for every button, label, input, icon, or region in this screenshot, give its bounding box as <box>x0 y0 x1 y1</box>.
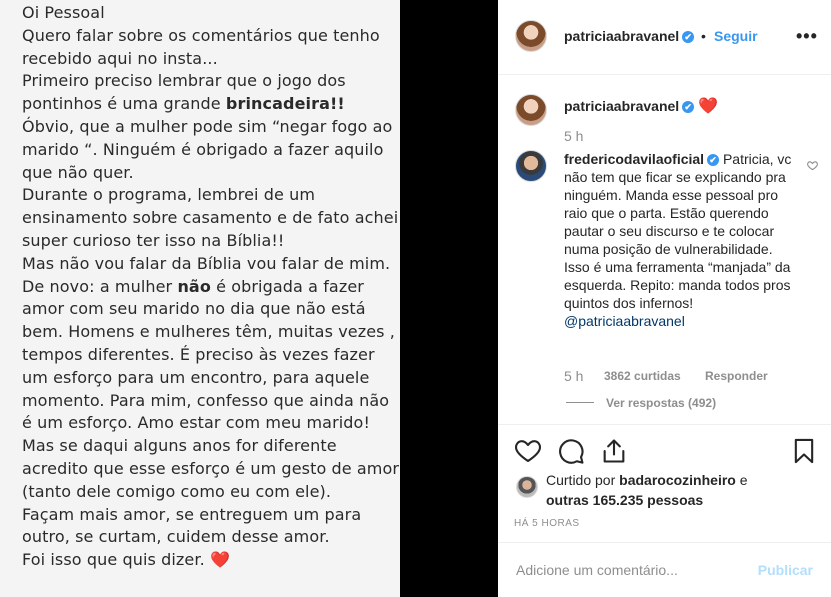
publish-button[interactable]: Publicar <box>758 562 813 578</box>
note-line: que não quer. <box>22 162 134 182</box>
liker-username[interactable]: badarocozinheiro <box>619 472 736 488</box>
post-time[interactable]: HÁ 5 HORAS <box>514 518 580 529</box>
note-line: Óbvio, que a mulher pode sim “negar fogo… <box>22 117 393 136</box>
note-line: recebido aqui no insta... <box>22 48 218 68</box>
caption-username[interactable]: patriciaabravanel ✔ ❤️ <box>564 96 718 116</box>
more-options-icon[interactable]: ••• <box>796 26 818 47</box>
note-line: Oi Pessoal <box>22 3 105 22</box>
note-line: Mas se daqui alguns anos for diferente <box>22 436 337 456</box>
follow-button[interactable]: Seguir <box>714 28 758 44</box>
header-separator: • <box>701 28 706 44</box>
share-icon[interactable] <box>600 437 628 465</box>
likes-connector: e <box>739 472 748 488</box>
note-line: ensinamento sobre casamento e de fato ac… <box>22 208 399 228</box>
note-line: (tanto dele comigo como eu com ele). <box>22 481 332 501</box>
image-gutter <box>400 0 498 597</box>
note-line: Quero falar sobre os comentários que ten… <box>22 25 380 45</box>
comment-divider <box>498 542 831 543</box>
actions-divider <box>498 424 831 425</box>
note-line: Durante o programa, lembrei de um <box>22 185 316 205</box>
comment-body: fredericodavilaoficial ✔ Patricia, vc não… <box>564 150 799 330</box>
note-line: marido “. Ninguém é obrigado a fazer aqu… <box>22 139 384 159</box>
note-line: amor com seu marido no dia que não está <box>22 299 366 319</box>
note-line: momento. Para mim, confesso que ainda nã… <box>22 390 390 410</box>
likes-others[interactable]: outras 165.235 pessoas <box>546 492 703 508</box>
caption-username-text[interactable]: patriciaabravanel <box>564 98 679 114</box>
caption-time[interactable]: 5 h <box>564 128 583 144</box>
note-bold-text: brincadeira!! <box>225 94 345 114</box>
verified-icon: ✔ <box>707 154 720 166</box>
note-text: é obrigada a fazer <box>210 276 364 296</box>
verified-icon: ✔ <box>682 101 695 113</box>
note-bold-text: não <box>177 276 211 296</box>
comment-likes[interactable]: 3862 curtidas <box>604 369 681 383</box>
caption-text: ❤️ <box>698 98 718 115</box>
note-line: outro, se curtam, cuidem desse amor. <box>22 527 330 547</box>
reply-button[interactable]: Responder <box>705 369 768 383</box>
note-line: Foi isso que quis dizer. ❤️ <box>22 550 230 570</box>
comment-like-icon[interactable] <box>807 160 818 174</box>
post-image[interactable]: Oi Pessoal Quero falar sobre os comentári… <box>0 0 400 597</box>
note-line: acredito que esse esforço é um gesto de … <box>22 459 400 478</box>
view-replies-button[interactable]: Ver respostas (492) <box>606 396 716 410</box>
note-line: bem. Homens e mulheres têm, muitas vezes… <box>22 322 395 342</box>
comment-input[interactable]: Adicione um comentário... <box>516 562 678 578</box>
note-line: super curioso ter isso na Bíblia!! <box>22 231 285 250</box>
header-divider <box>498 74 831 75</box>
note-text: pontinhos é uma grande <box>22 94 226 114</box>
note-line: um esforço para um encontro, para aquele <box>22 367 370 387</box>
replies-divider <box>566 402 594 403</box>
comment-mention[interactable]: @patriciaabravanel <box>564 313 685 329</box>
verified-icon: ✔ <box>682 31 695 43</box>
note-line: Façam mais amor, se entreguem um para <box>22 504 362 524</box>
author-avatar[interactable] <box>515 20 547 52</box>
note-line: Primeiro preciso lembrar que o jogo dos <box>22 71 346 91</box>
note-line: é um esforço. Amo estar com meu marido! <box>22 413 370 433</box>
note-text: De novo: a mulher <box>22 276 178 296</box>
likes-prefix: Curtido por <box>546 472 616 488</box>
commenter-username[interactable]: fredericodavilaoficial <box>564 151 704 167</box>
heart-icon[interactable] <box>514 437 542 465</box>
likes-summary: Curtido por badarocozinheiro e outras 16… <box>546 470 748 510</box>
comment-icon[interactable] <box>557 437 585 465</box>
note-line: Mas não vou falar da Bíblia vou falar de… <box>22 253 391 273</box>
commenter-avatar[interactable] <box>515 150 547 182</box>
liker-avatar[interactable] <box>516 476 538 498</box>
author-username[interactable]: patriciaabravanel ✔ <box>564 28 695 44</box>
caption-avatar[interactable] <box>515 94 547 126</box>
note-line: De novo: a mulher não é obrigada a fazer <box>22 277 364 296</box>
note-line: tempos diferentes. É preciso às vezes fa… <box>22 345 375 364</box>
comment-text: Patricia, vc não tem que ficar se explic… <box>564 151 792 311</box>
post-panel: patriciaabravanel ✔ • Seguir ••• patricia… <box>498 0 831 597</box>
bookmark-icon[interactable] <box>790 437 818 465</box>
note-line: pontinhos é uma grande brincadeira!! <box>22 94 345 113</box>
comment-time[interactable]: 5 h <box>564 368 583 384</box>
author-username-text[interactable]: patriciaabravanel <box>564 28 679 44</box>
